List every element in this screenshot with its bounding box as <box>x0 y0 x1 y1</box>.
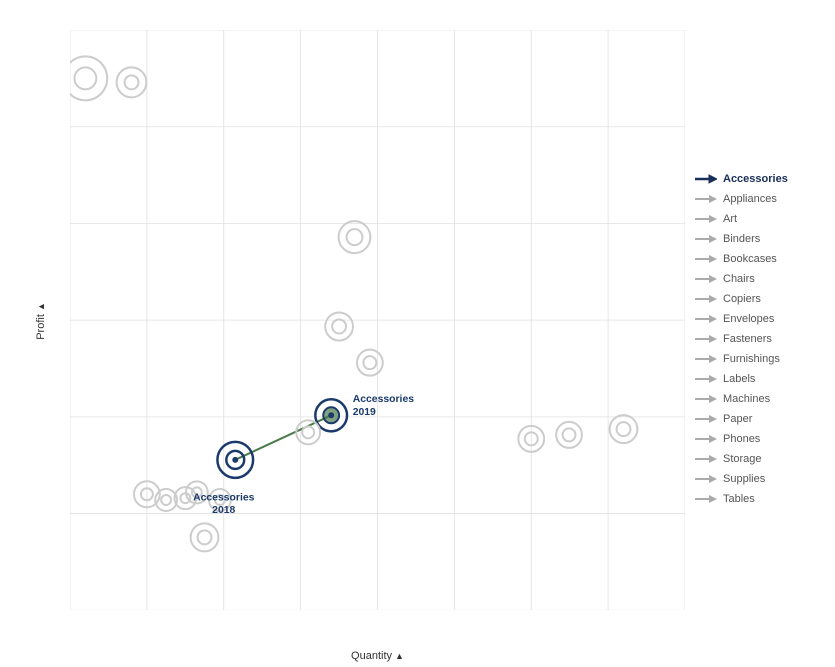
chart-plot-area: 25K 20K 15K 10K 5K 0K −5K 0 100 200 300 … <box>70 30 685 610</box>
copiers-arrow-icon <box>695 293 717 305</box>
legend-label-labels: Labels <box>723 373 755 385</box>
bookcases-arrow-icon <box>695 253 717 265</box>
svg-text:Accessories: Accessories <box>353 394 415 405</box>
svg-text:2018: 2018 <box>212 505 235 516</box>
furnishings-arrow-icon <box>695 353 717 365</box>
legend-item-labels[interactable]: Labels <box>695 370 825 388</box>
legend-item-envelopes[interactable]: Envelopes <box>695 310 825 328</box>
legend-label-accessories: Accessories <box>723 173 788 185</box>
legend-item-machines[interactable]: Machines <box>695 390 825 408</box>
legend-item-appliances[interactable]: Appliances <box>695 190 825 208</box>
legend-item-tables[interactable]: Tables <box>695 490 825 508</box>
accessories-arrow-icon <box>695 173 717 185</box>
legend-label-supplies: Supplies <box>723 473 765 485</box>
legend-item-supplies[interactable]: Supplies <box>695 470 825 488</box>
svg-text:Accessories: Accessories <box>193 492 255 503</box>
legend-item-chairs[interactable]: Chairs <box>695 270 825 288</box>
legend-area: Accessories Appliances Art <box>685 20 825 647</box>
tables-arrow-icon <box>695 493 717 505</box>
chairs-arrow-icon <box>695 273 717 285</box>
binders-arrow-icon <box>695 233 717 245</box>
legend-item-paper[interactable]: Paper <box>695 410 825 428</box>
fasteners-arrow-icon <box>695 333 717 345</box>
svg-text:2019: 2019 <box>353 407 376 418</box>
legend-label-chairs: Chairs <box>723 273 755 285</box>
chart-container: Profit ▲ <box>0 0 835 667</box>
supplies-arrow-icon <box>695 473 717 485</box>
storage-arrow-icon <box>695 453 717 465</box>
paper-arrow-icon <box>695 413 717 425</box>
x-axis-label: Quantity ▲ <box>70 650 685 662</box>
machines-arrow-icon <box>695 393 717 405</box>
legend-label-storage: Storage <box>723 453 762 465</box>
legend-item-bookcases[interactable]: Bookcases <box>695 250 825 268</box>
legend-label-bookcases: Bookcases <box>723 253 777 265</box>
legend-item-art[interactable]: Art <box>695 210 825 228</box>
labels-arrow-icon <box>695 373 717 385</box>
envelopes-arrow-icon <box>695 313 717 325</box>
legend-item-storage[interactable]: Storage <box>695 450 825 468</box>
legend-item-copiers[interactable]: Copiers <box>695 290 825 308</box>
legend-label-fasteners: Fasteners <box>723 333 772 345</box>
chart-area: Profit ▲ <box>20 20 685 647</box>
legend-label-envelopes: Envelopes <box>723 313 774 325</box>
art-arrow-icon <box>695 213 717 225</box>
legend-label-machines: Machines <box>723 393 770 405</box>
legend-label-appliances: Appliances <box>723 193 777 205</box>
legend-label-binders: Binders <box>723 233 760 245</box>
legend-item-fasteners[interactable]: Fasteners <box>695 330 825 348</box>
legend-label-phones: Phones <box>723 433 760 445</box>
legend-label-tables: Tables <box>723 493 755 505</box>
legend-label-art: Art <box>723 213 737 225</box>
legend-label-copiers: Copiers <box>723 293 761 305</box>
appliances-arrow-icon <box>695 193 717 205</box>
y-axis-label: Profit ▲ <box>35 302 47 340</box>
legend-label-paper: Paper <box>723 413 752 425</box>
legend-item-phones[interactable]: Phones <box>695 430 825 448</box>
legend-item-accessories[interactable]: Accessories <box>695 170 825 188</box>
legend-item-binders[interactable]: Binders <box>695 230 825 248</box>
legend-label-furnishings: Furnishings <box>723 353 780 365</box>
legend-item-furnishings[interactable]: Furnishings <box>695 350 825 368</box>
phones-arrow-icon <box>695 433 717 445</box>
chart-svg: 25K 20K 15K 10K 5K 0K −5K 0 100 200 300 … <box>70 30 685 610</box>
